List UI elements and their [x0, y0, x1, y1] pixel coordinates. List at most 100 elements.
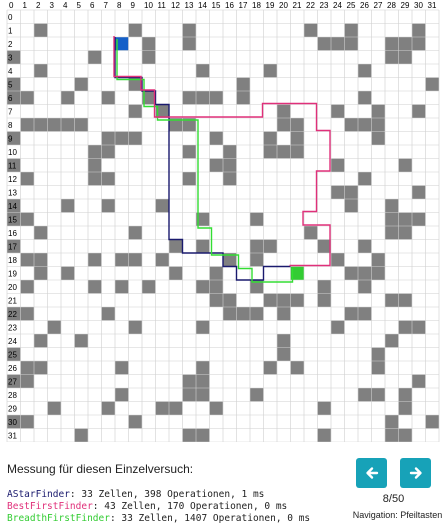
wall-cell[interactable]: [34, 118, 48, 132]
wall-cell[interactable]: [196, 64, 210, 78]
wall-cell[interactable]: [358, 239, 372, 254]
wall-cell[interactable]: [344, 266, 359, 281]
wall-cell[interactable]: [209, 91, 224, 105]
wall-cell[interactable]: [61, 199, 75, 213]
wall-cell[interactable]: [101, 199, 116, 213]
wall-cell[interactable]: [358, 91, 372, 105]
wall-cell[interactable]: [61, 118, 75, 132]
wall-cell[interactable]: [317, 293, 332, 308]
wall-cell[interactable]: [182, 428, 197, 443]
wall-cell[interactable]: [20, 361, 35, 375]
wall-cell[interactable]: [20, 253, 35, 267]
wall-cell[interactable]: [236, 91, 251, 105]
wall-cell[interactable]: [331, 185, 345, 200]
wall-cell[interactable]: [209, 401, 224, 416]
wall-cell[interactable]: [20, 280, 35, 294]
wall-cell[interactable]: [398, 388, 413, 402]
wall-cell[interactable]: [250, 307, 264, 321]
next-button[interactable]: [400, 458, 431, 488]
wall-cell[interactable]: [344, 23, 359, 38]
wall-cell[interactable]: [385, 415, 399, 429]
wall-cell[interactable]: [385, 37, 399, 51]
wall-cell[interactable]: [142, 37, 156, 51]
wall-cell[interactable]: [277, 347, 291, 362]
wall-cell[interactable]: [34, 23, 48, 38]
wall-cell[interactable]: [250, 253, 264, 267]
wall-cell[interactable]: [196, 280, 210, 294]
wall-cell[interactable]: [20, 212, 35, 227]
wall-cell[interactable]: [398, 293, 413, 308]
wall-cell[interactable]: [385, 212, 399, 227]
wall-cell[interactable]: [331, 253, 345, 267]
wall-cell[interactable]: [128, 415, 143, 429]
wall-cell[interactable]: [371, 347, 386, 362]
wall-cell[interactable]: [331, 320, 345, 335]
wall-cell[interactable]: [142, 280, 156, 294]
wall-cell[interactable]: [128, 226, 143, 240]
pathfinding-grid[interactable]: 0 1 2 3 4 5 6 7 8 9 10 11 12 13 14 15 16 17 18 19 20 21 22 23 24…: [0, 0, 447, 442]
wall-cell[interactable]: [304, 23, 318, 38]
wall-cell[interactable]: [196, 239, 210, 254]
wall-cell[interactable]: [88, 172, 102, 186]
wall-cell[interactable]: [182, 145, 197, 159]
wall-cell[interactable]: [20, 172, 35, 186]
wall-cell[interactable]: [277, 307, 291, 321]
wall-cell[interactable]: [358, 118, 372, 132]
wall-cell[interactable]: [101, 401, 116, 416]
wall-cell[interactable]: [385, 293, 399, 308]
wall-cell[interactable]: [263, 361, 278, 375]
wall-cell[interactable]: [398, 37, 413, 51]
wall-cell[interactable]: [196, 91, 210, 105]
wall-cell[interactable]: [317, 280, 332, 294]
wall-cell[interactable]: [20, 307, 35, 321]
wall-cell[interactable]: [34, 253, 48, 267]
wall-cell[interactable]: [331, 104, 345, 119]
wall-cell[interactable]: [128, 23, 143, 38]
wall-cell[interactable]: [209, 280, 224, 294]
wall-cell[interactable]: [236, 77, 251, 92]
wall-cell[interactable]: [371, 361, 386, 375]
wall-cell[interactable]: [182, 23, 197, 38]
wall-cell[interactable]: [277, 334, 291, 348]
wall-cell[interactable]: [250, 239, 264, 254]
wall-cell[interactable]: [209, 131, 224, 146]
wall-cell[interactable]: [169, 266, 183, 281]
wall-cell[interactable]: [128, 320, 143, 335]
wall-cell[interactable]: [398, 401, 413, 416]
wall-cell[interactable]: [398, 212, 413, 227]
wall-cell[interactable]: [371, 266, 386, 281]
wall-cell[interactable]: [115, 361, 129, 375]
wall-cell[interactable]: [331, 37, 345, 51]
wall-cell[interactable]: [61, 91, 75, 105]
wall-cell[interactable]: [317, 239, 332, 254]
wall-cell[interactable]: [209, 158, 224, 173]
wall-cell[interactable]: [290, 118, 305, 132]
wall-cell[interactable]: [358, 172, 372, 186]
wall-cell[interactable]: [115, 388, 129, 402]
wall-cell[interactable]: [358, 307, 372, 321]
wall-cell[interactable]: [115, 280, 129, 294]
wall-cell[interactable]: [263, 64, 278, 78]
wall-cell[interactable]: [182, 374, 197, 389]
wall-cell[interactable]: [182, 388, 197, 402]
wall-cell[interactable]: [371, 131, 386, 146]
wall-cell[interactable]: [88, 158, 102, 173]
wall-cell[interactable]: [182, 172, 197, 186]
wall-cell[interactable]: [412, 37, 426, 51]
wall-cell[interactable]: [20, 374, 35, 389]
wall-cell[interactable]: [47, 118, 62, 132]
wall-cell[interactable]: [344, 37, 359, 51]
wall-cell[interactable]: [304, 226, 318, 240]
wall-cell[interactable]: [250, 388, 264, 402]
wall-cell[interactable]: [317, 428, 332, 443]
wall-cell[interactable]: [385, 226, 399, 240]
wall-cell[interactable]: [128, 104, 143, 119]
wall-cell[interactable]: [88, 280, 102, 294]
wall-cell[interactable]: [358, 280, 372, 294]
wall-cell[interactable]: [358, 388, 372, 402]
wall-cell[interactable]: [101, 145, 116, 159]
wall-cell[interactable]: [290, 131, 305, 146]
wall-cell[interactable]: [182, 91, 197, 105]
wall-cell[interactable]: [398, 226, 413, 240]
wall-cell[interactable]: [182, 37, 197, 51]
